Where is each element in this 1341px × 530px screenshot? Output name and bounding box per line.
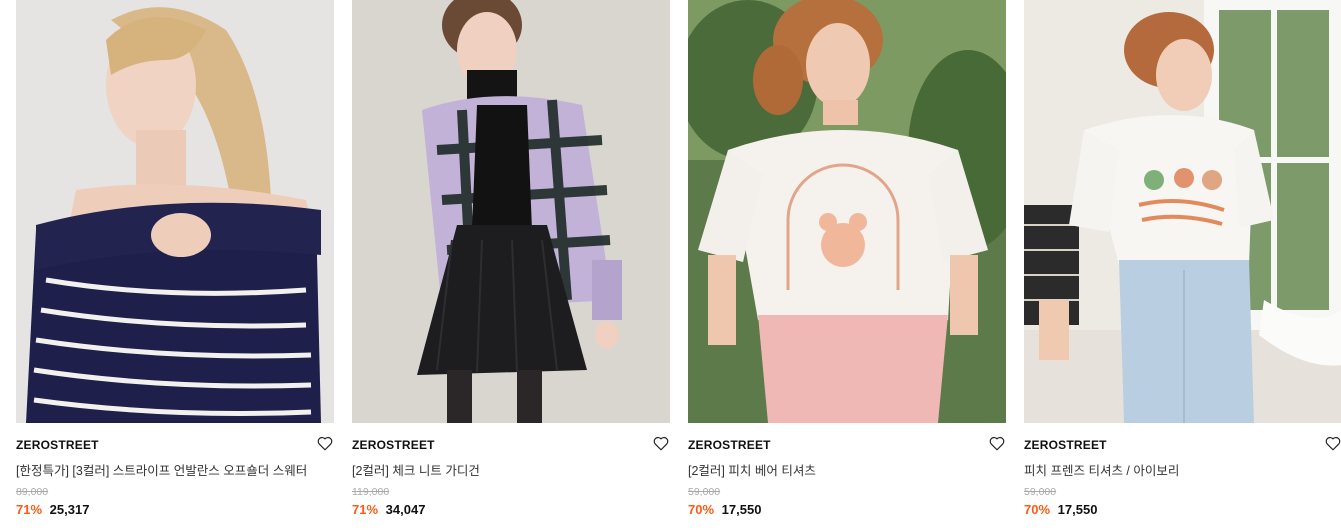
product-image[interactable] bbox=[16, 0, 334, 423]
product-image-peach-friends-tee bbox=[1024, 0, 1341, 423]
original-price: 59,000 bbox=[688, 486, 721, 498]
product-image-peach-bear-tee bbox=[688, 0, 1006, 423]
sale-price: 25,317 bbox=[49, 502, 90, 517]
discount-rate: 70% bbox=[1024, 502, 1051, 517]
product-card[interactable]: ZEROSTREET [2컬러] 체크 니트 가디건 119,000 71% 3… bbox=[352, 0, 670, 530]
sale-price: 34,047 bbox=[385, 502, 426, 517]
heart-outline-icon[interactable] bbox=[988, 434, 1006, 452]
heart-outline-icon[interactable] bbox=[652, 434, 670, 452]
product-card[interactable]: ZEROSTREET [한정특가] [3컬러] 스트라이프 언발란스 오프숄더 … bbox=[16, 0, 334, 530]
price-row: 70% 17,550 bbox=[1024, 502, 1097, 517]
discount-rate: 71% bbox=[352, 502, 379, 517]
price-row: 71% 25,317 bbox=[16, 502, 89, 517]
original-price: 119,000 bbox=[352, 486, 390, 498]
brand-name[interactable]: ZEROSTREET bbox=[16, 438, 99, 452]
product-card[interactable]: ZEROSTREET 피치 프렌즈 티셔츠 / 아이보리 59,000 70% … bbox=[1024, 0, 1341, 530]
original-price: 89,000 bbox=[16, 486, 49, 498]
product-image-check-cardigan bbox=[352, 0, 670, 423]
original-price: 59,000 bbox=[1024, 486, 1057, 498]
brand-name[interactable]: ZEROSTREET bbox=[352, 438, 435, 452]
product-grid: ZEROSTREET [한정특가] [3컬러] 스트라이프 언발란스 오프숄더 … bbox=[0, 0, 1341, 530]
product-name[interactable]: [2컬러] 체크 니트 가디건 bbox=[352, 460, 670, 479]
sale-price: 17,550 bbox=[721, 502, 762, 517]
product-name[interactable]: [2컬러] 피치 베어 티셔츠 bbox=[688, 460, 1006, 479]
product-image[interactable] bbox=[1024, 0, 1341, 423]
sale-price: 17,550 bbox=[1057, 502, 1098, 517]
product-image[interactable] bbox=[352, 0, 670, 423]
price-row: 70% 17,550 bbox=[688, 502, 761, 517]
product-name[interactable]: [한정특가] [3컬러] 스트라이프 언발란스 오프숄더 스웨터 bbox=[16, 460, 334, 479]
product-image-striped-sweater bbox=[16, 0, 334, 423]
product-name[interactable]: 피치 프렌즈 티셔츠 / 아이보리 bbox=[1024, 460, 1341, 479]
product-card[interactable]: ZEROSTREET [2컬러] 피치 베어 티셔츠 59,000 70% 17… bbox=[688, 0, 1006, 530]
product-image[interactable] bbox=[688, 0, 1006, 423]
brand-name[interactable]: ZEROSTREET bbox=[688, 438, 771, 452]
heart-outline-icon[interactable] bbox=[316, 434, 334, 452]
price-row: 71% 34,047 bbox=[352, 502, 425, 517]
heart-outline-icon[interactable] bbox=[1324, 434, 1341, 452]
discount-rate: 70% bbox=[688, 502, 715, 517]
brand-name[interactable]: ZEROSTREET bbox=[1024, 438, 1107, 452]
discount-rate: 71% bbox=[16, 502, 43, 517]
